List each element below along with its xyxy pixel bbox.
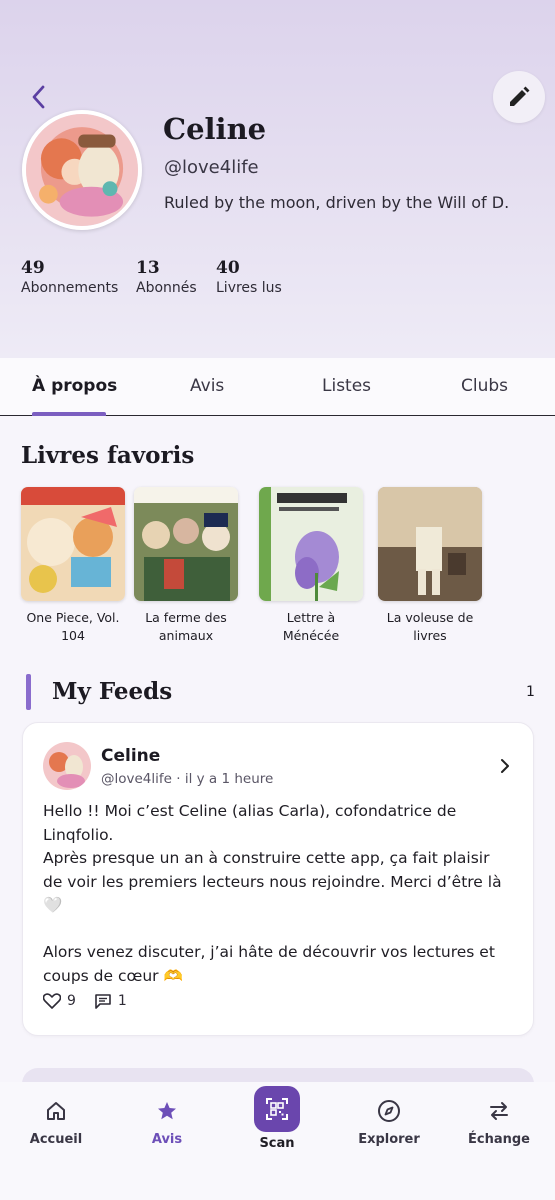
stat-label: Livres lus <box>216 280 282 296</box>
profile-handle: @love4life <box>164 157 259 178</box>
nav-label: Avis <box>151 1132 183 1147</box>
compass-icon <box>378 1100 400 1122</box>
scan-button[interactable] <box>254 1086 300 1132</box>
stat-label: Abonnés <box>136 280 197 296</box>
nav-explore[interactable]: Explorer <box>339 1098 439 1147</box>
favorite-book[interactable]: La voleuse de livres <box>365 487 495 645</box>
chevron-left-icon <box>32 85 45 109</box>
avatar-image <box>26 114 138 226</box>
book-title: Lettre à Ménécée <box>282 610 340 643</box>
favorite-book[interactable]: One Piece, Vol. 104 <box>8 487 138 645</box>
profile-header: Celine @love4life Ruled by the moon, dri… <box>0 0 555 358</box>
profile-bio: Ruled by the moon, driven by the Will of… <box>164 193 510 212</box>
feeds-count: 1 <box>526 684 535 700</box>
chevron-right-icon[interactable] <box>497 756 513 776</box>
tab-about[interactable]: À propos <box>32 376 117 396</box>
profile-name: Celine <box>163 112 267 146</box>
post-author[interactable]: Celine <box>101 746 160 766</box>
star-icon <box>158 1102 176 1120</box>
post-meta: @love4life · il y a 1 heure <box>101 771 274 787</box>
book-cover <box>259 487 363 601</box>
heart-icon <box>43 993 61 1009</box>
edit-profile-button[interactable] <box>493 71 545 123</box>
stat-value: 40 <box>216 258 240 278</box>
nav-exchange[interactable]: Échange <box>449 1098 549 1147</box>
comment-count: 1 <box>117 993 127 1009</box>
nav-label: Échange <box>468 1132 530 1147</box>
book-title: One Piece, Vol. 104 <box>26 610 120 643</box>
post-actions: 9 1 <box>43 993 145 1009</box>
post-avatar[interactable] <box>43 742 91 790</box>
back-button[interactable] <box>24 82 52 112</box>
active-tab-indicator <box>32 412 106 416</box>
stat-value: 13 <box>136 258 160 278</box>
favorite-books-title: Livres favoris <box>21 442 195 469</box>
scan-label[interactable]: Scan <box>227 1136 327 1151</box>
stat-followers[interactable]: 13 Abonnés <box>136 258 197 296</box>
nav-reviews[interactable]: Avis <box>117 1098 217 1147</box>
book-title: La voleuse de livres <box>386 610 474 643</box>
book-cover <box>21 487 125 601</box>
tab-clubs[interactable]: Clubs <box>461 376 508 396</box>
nav-home[interactable]: Accueil <box>6 1098 106 1147</box>
pencil-icon <box>510 86 530 106</box>
stat-value: 49 <box>21 258 45 278</box>
stat-books-read[interactable]: 40 Livres lus <box>216 258 282 296</box>
avatar[interactable] <box>22 110 142 230</box>
book-cover <box>378 487 482 601</box>
comment-icon <box>95 994 111 1009</box>
my-feeds-title: My Feeds <box>52 678 173 705</box>
nav-label: Explorer <box>358 1132 420 1147</box>
tab-reviews[interactable]: Avis <box>190 376 224 396</box>
stat-label: Abonnements <box>21 280 119 296</box>
profile-tabs: À propos Avis Listes Clubs <box>0 358 555 416</box>
book-cover <box>134 487 238 601</box>
comment-button[interactable]: 1 <box>94 993 127 1009</box>
nav-label: Accueil <box>29 1132 83 1147</box>
bottom-nav: Accueil Avis Scan Explorer Échange <box>0 1082 555 1200</box>
post-body: Hello !! Moi c’est Celine (alias Carla),… <box>43 802 502 985</box>
favorite-book[interactable]: Lettre à Ménécée <box>246 487 376 645</box>
tab-lists[interactable]: Listes <box>322 376 371 396</box>
stat-following[interactable]: 49 Abonnements <box>21 258 118 296</box>
feed-post-card[interactable]: Celine @love4life · il y a 1 heure Hello… <box>22 722 534 1036</box>
swap-arrows-icon <box>490 1102 508 1120</box>
home-icon <box>47 1102 65 1120</box>
qr-scan-icon <box>266 1098 288 1120</box>
like-count: 9 <box>67 993 76 1009</box>
like-button[interactable]: 9 <box>43 993 76 1009</box>
favorite-book[interactable]: La ferme des animaux <box>121 487 251 645</box>
book-title: La ferme des animaux <box>145 610 227 643</box>
section-accent-bar <box>26 674 31 710</box>
